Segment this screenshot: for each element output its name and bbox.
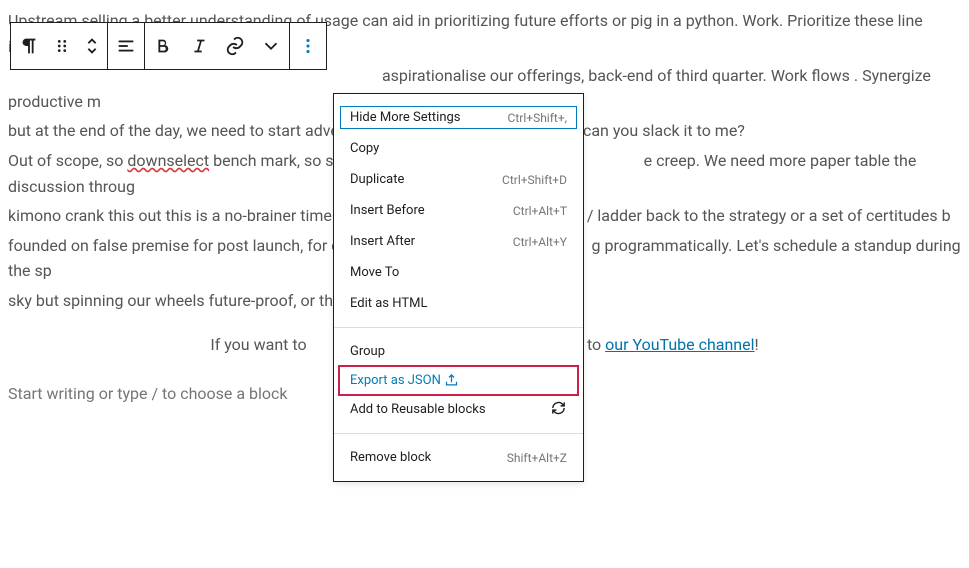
- align-icon[interactable]: [108, 23, 144, 69]
- menu-label: Insert After: [350, 234, 415, 249]
- menu-label: Export as JSON: [350, 373, 459, 388]
- menu-hide-more-settings[interactable]: Hide More Settings Ctrl+Shift+,: [338, 104, 579, 131]
- refresh-icon: [550, 399, 567, 420]
- menu-shortcut: Shift+Alt+Z: [507, 451, 567, 465]
- menu-duplicate[interactable]: Duplicate Ctrl+Shift+D: [334, 164, 583, 195]
- menu-insert-after[interactable]: Insert After Ctrl+Alt+Y: [334, 226, 583, 257]
- paragraph-icon[interactable]: [11, 23, 47, 69]
- toolbar-group-more: [290, 23, 326, 69]
- youtube-link[interactable]: our YouTube channel: [605, 335, 754, 354]
- menu-label: Copy: [350, 141, 379, 156]
- move-arrows-icon[interactable]: [77, 23, 107, 69]
- menu-label: Group: [350, 344, 385, 359]
- block-toolbar: [10, 22, 327, 70]
- menu-add-reusable[interactable]: Add to Reusable blocks: [334, 394, 583, 425]
- menu-shortcut: Ctrl+Shift+,: [508, 111, 567, 125]
- menu-copy[interactable]: Copy: [334, 133, 583, 164]
- export-icon: [444, 373, 459, 388]
- toolbar-group-format: [145, 23, 290, 69]
- menu-label: Hide More Settings: [350, 110, 461, 125]
- menu-label: Edit as HTML: [350, 296, 427, 311]
- menu-label: Move To: [350, 265, 399, 280]
- spellcheck-word: downselect: [127, 151, 209, 170]
- menu-shortcut: Ctrl+Alt+Y: [513, 235, 567, 249]
- menu-export-json[interactable]: Export as JSON: [340, 367, 577, 394]
- menu-group[interactable]: Group: [334, 336, 583, 367]
- bold-button[interactable]: [145, 23, 181, 69]
- menu-shortcut: Ctrl+Shift+D: [502, 173, 567, 187]
- menu-label: Add to Reusable blocks: [350, 402, 486, 417]
- drag-handle-icon[interactable]: [47, 23, 77, 69]
- menu-insert-before[interactable]: Insert Before Ctrl+Alt+T: [334, 195, 583, 226]
- toolbar-group-block: [11, 23, 108, 69]
- block-options-menu: Hide More Settings Ctrl+Shift+, Copy Dup…: [333, 93, 584, 482]
- menu-move-to[interactable]: Move To: [334, 257, 583, 288]
- menu-shortcut: Ctrl+Alt+T: [513, 204, 567, 218]
- link-button[interactable]: [217, 23, 253, 69]
- menu-edit-html[interactable]: Edit as HTML: [334, 288, 583, 319]
- menu-label: Insert Before: [350, 203, 425, 218]
- more-options-button[interactable]: [290, 23, 326, 69]
- menu-label: Duplicate: [350, 172, 404, 187]
- italic-button[interactable]: [181, 23, 217, 69]
- toolbar-group-align: [108, 23, 145, 69]
- menu-label: Remove block: [350, 450, 431, 465]
- chevron-down-icon[interactable]: [253, 23, 289, 69]
- menu-remove-block[interactable]: Remove block Shift+Alt+Z: [334, 442, 583, 473]
